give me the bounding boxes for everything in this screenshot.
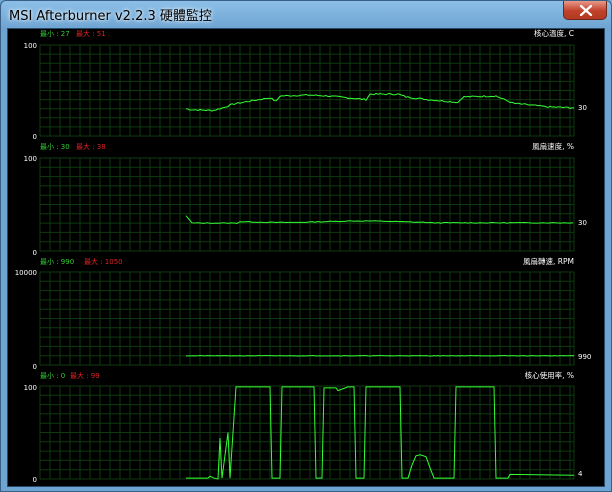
graphs-canvas: 最小 : 27 最大 : 51 核心溫度, C 100 0 30 最小 : 30… [15,28,592,484]
min-value-label: 最小 : 30 [40,142,70,151]
close-icon [579,5,593,16]
current-value: 990 [578,353,591,361]
graph-core-temp: 最小 : 27 最大 : 51 核心溫度, C 100 0 30 [24,28,587,141]
current-value: 30 [578,104,587,112]
y-axis-max: 100 [24,42,37,50]
title-bar[interactable]: MSI Afterburner v2.2.3 硬體監控 [1,1,611,27]
min-value-label: 最小 : 990 [40,257,74,266]
graph-fan-rpm: 最小 : 990 最大 : 1050 風扇轉速, RPM 10000 0 990 [15,256,592,371]
close-button[interactable] [563,1,607,20]
graph-title: 風扇速度, % [532,141,574,151]
current-value: 4 [578,470,583,478]
y-axis-max: 100 [24,155,37,163]
y-axis-max: 10000 [15,269,37,277]
graph-title: 核心使用率, % [525,370,574,380]
y-axis-min: 0 [33,476,37,484]
current-value: 30 [578,219,587,227]
monitoring-panel: 最小 : 27 最大 : 51 核心溫度, C 100 0 30 最小 : 30… [7,28,605,487]
afterburner-window: MSI Afterburner v2.2.3 硬體監控 最小 : 27 最大 :… [0,0,612,492]
window-title: MSI Afterburner v2.2.3 硬體監控 [9,9,212,24]
graph-fan-speed: 最小 : 30 最大 : 38 風扇速度, % 100 0 30 [24,141,587,257]
max-value-label: 最大 : 1050 [84,257,123,266]
y-axis-max: 100 [24,384,37,392]
min-value-label: 最小 : 0 [40,371,65,380]
max-value-label: 最大 : 51 [76,29,106,38]
graph-title: 核心溫度, C [534,29,574,38]
y-axis-min: 0 [33,249,37,257]
min-value-label: 最小 : 27 [40,29,70,38]
y-axis-min: 0 [33,133,37,141]
graph-core-usage: 最小 : 0 最大 : 99 核心使用率, % 100 0 4 [24,370,583,484]
graph-title: 風扇轉速, RPM [523,256,574,266]
max-value-label: 最大 : 99 [70,371,100,380]
max-value-label: 最大 : 38 [76,142,106,151]
y-axis-min: 0 [33,363,37,371]
